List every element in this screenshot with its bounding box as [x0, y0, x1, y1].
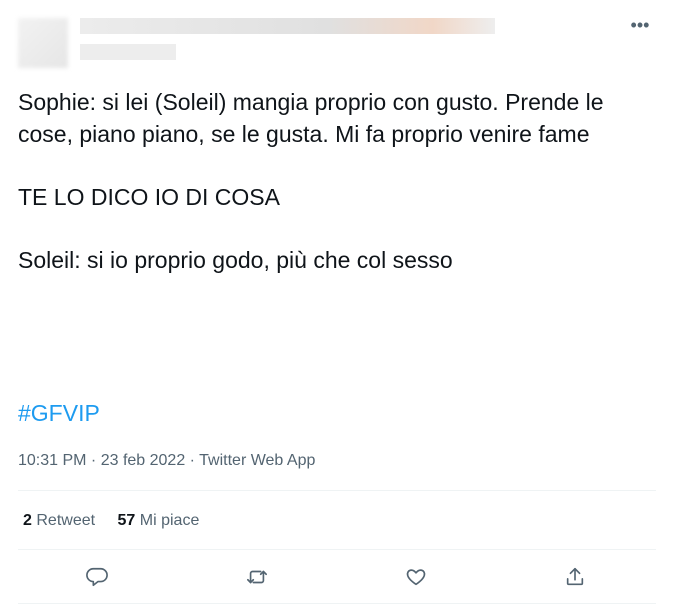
more-icon[interactable]: ••• [628, 16, 652, 38]
tweet-line: Soleil: si io proprio godo, più che col … [18, 246, 453, 273]
like-icon[interactable] [401, 562, 431, 592]
tweet-actions [18, 562, 656, 592]
retweets-stat[interactable]: 2 Retweet [23, 512, 100, 529]
avatar[interactable] [18, 18, 68, 68]
divider [18, 490, 656, 491]
likes-stat[interactable]: 57 Mi piace [118, 512, 200, 529]
retweets-label: Retweet [36, 512, 96, 529]
tweet-header: ••• [18, 14, 658, 74]
share-icon[interactable] [560, 562, 590, 592]
divider [18, 603, 656, 604]
reply-icon[interactable] [82, 562, 112, 592]
tweet-stats: 2 Retweet 57 Mi piace [23, 512, 217, 530]
tweet-text: Sophie: si lei (Soleil) mangia proprio c… [18, 87, 663, 276]
likes-label: Mi piace [139, 512, 200, 529]
retweets-count: 2 [23, 512, 32, 529]
tweet-line: Sophie: si lei (Soleil) mangia proprio c… [18, 89, 604, 147]
author-handle-redacted[interactable] [80, 44, 176, 60]
tweet-line: TE LO DICO IO DI COSA [18, 183, 280, 210]
tweet-timestamp[interactable]: 10:31 PM · 23 feb 2022 · Twitter Web App [18, 452, 315, 470]
author-name-redacted[interactable] [80, 18, 495, 34]
retweet-icon[interactable] [242, 562, 272, 592]
likes-count: 57 [117, 512, 136, 529]
divider [18, 549, 656, 550]
hashtag-link[interactable]: #GFVIP [18, 400, 100, 427]
